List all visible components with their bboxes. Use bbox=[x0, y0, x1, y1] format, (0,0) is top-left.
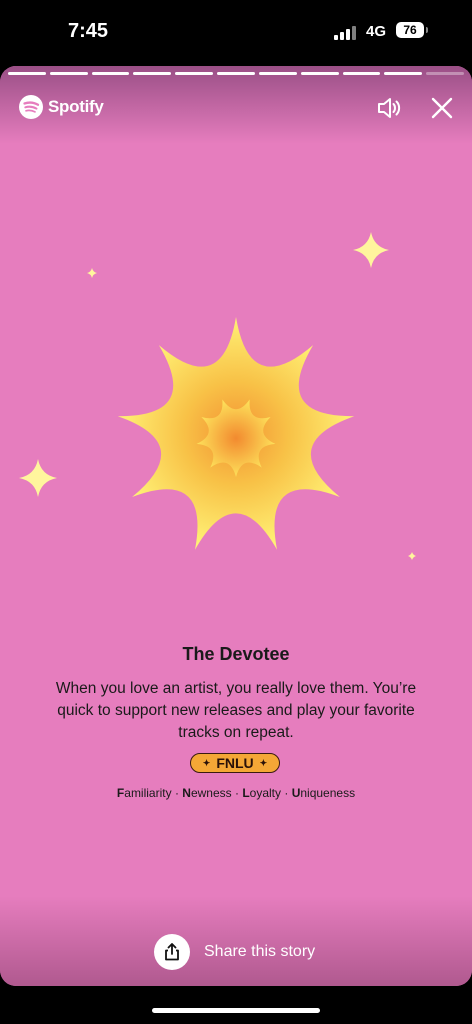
persona-description: When you love an artist, you really love… bbox=[55, 680, 417, 741]
starburst-graphic bbox=[117, 317, 355, 550]
story-artwork bbox=[19, 232, 416, 560]
legend-word: oyalty bbox=[249, 786, 282, 800]
legend-word: niqueness bbox=[300, 786, 356, 800]
persona-code-badge: ✦ FNLU ✦ bbox=[190, 753, 280, 773]
star-icon: ✦ bbox=[202, 757, 211, 768]
sparkle-icon bbox=[353, 232, 389, 268]
legend-initial: N bbox=[182, 786, 191, 800]
persona-code: FNLU bbox=[216, 755, 254, 771]
status-bar: 7:45 4G 76 bbox=[0, 0, 472, 64]
star-icon: ✦ bbox=[259, 757, 268, 768]
battery-tip bbox=[426, 27, 428, 33]
legend-separator: · bbox=[281, 786, 292, 800]
story-card[interactable]: Spotify The Devotee When you love an art… bbox=[0, 66, 472, 986]
sparkle-icon bbox=[408, 552, 416, 560]
status-time: 7:45 bbox=[68, 20, 109, 42]
home-indicator[interactable] bbox=[152, 1008, 320, 1013]
share-label: Share this story bbox=[204, 943, 316, 960]
legend-word: amiliarity bbox=[124, 786, 172, 800]
legend-separator: · bbox=[231, 786, 243, 800]
sparkle-icon bbox=[19, 459, 57, 497]
legend-word: ewness bbox=[190, 786, 232, 800]
share-icon-button[interactable] bbox=[154, 934, 190, 970]
network-type: 4G bbox=[366, 23, 387, 40]
battery-level: 76 bbox=[403, 23, 417, 37]
share-story-button[interactable]: Share this story bbox=[154, 934, 315, 970]
legend-initial: L bbox=[242, 786, 250, 800]
share-icon bbox=[165, 943, 179, 961]
cellular-signal-icon bbox=[334, 26, 356, 40]
battery-indicator: 76 bbox=[396, 22, 424, 38]
legend-separator: · bbox=[171, 786, 183, 800]
code-legend: Familiarity · Newness · Loyalty · Unique… bbox=[0, 786, 472, 800]
sparkle-icon bbox=[87, 268, 97, 278]
persona-title: The Devotee bbox=[182, 644, 290, 664]
